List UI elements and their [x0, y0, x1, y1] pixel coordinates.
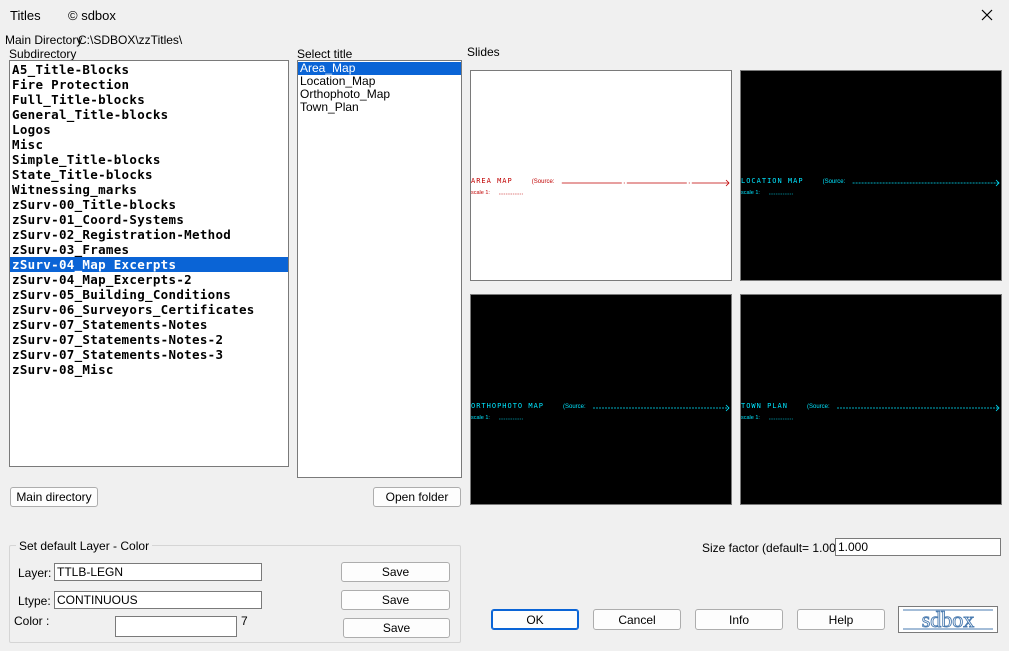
subdirectory-item[interactable]: zSurv-04_Map Excerpts: [10, 257, 288, 272]
slide-preview[interactable]: TOWN PLAN (Source: scale 1:: [740, 294, 1002, 505]
save-ltype-button[interactable]: Save: [341, 590, 450, 610]
subdirectory-item[interactable]: Logos: [10, 122, 288, 137]
cancel-button[interactable]: Cancel: [593, 609, 681, 630]
sdbox-logo: sdbox: [898, 606, 998, 633]
subdirectory-item[interactable]: A5_Title-Blocks: [10, 62, 288, 77]
main-directory-path: C:\SDBOX\zzTitles\: [78, 33, 183, 47]
title-item[interactable]: Town_Plan: [298, 101, 461, 114]
slide-title: ORTHOPHOTO MAP: [471, 402, 544, 410]
slide-preview[interactable]: LOCATION MAP (Source: scale 1:: [740, 70, 1002, 281]
slide-scale: scale 1:: [741, 190, 760, 196]
subdirectory-item[interactable]: zSurv-07_Statements-Notes: [10, 317, 288, 332]
logo-text: sdbox: [922, 607, 975, 632]
slide-source: (Source:: [532, 179, 555, 185]
ok-button[interactable]: OK: [491, 609, 579, 630]
subdirectory-item[interactable]: zSurv-02_Registration-Method: [10, 227, 288, 242]
title-bar: Titles © sdbox: [0, 0, 1009, 32]
open-folder-button[interactable]: Open folder: [373, 487, 461, 507]
main-directory-label: Main Directory: [5, 33, 83, 47]
select-title-list[interactable]: Area_Map Location_Map Orthophoto_Map Town_P…: [297, 60, 462, 478]
slide-source: (Source:: [807, 404, 830, 410]
close-button[interactable]: [965, 0, 1009, 30]
slide-title: LOCATION MAP: [741, 177, 804, 185]
subdirectory-item[interactable]: zSurv-04_Map_Excerpts-2: [10, 272, 288, 287]
subdirectory-item[interactable]: zSurv-05_Building_Conditions: [10, 287, 288, 302]
subdirectory-list[interactable]: A5_Title-Blocks Fire Protection Full_Title…: [9, 60, 289, 467]
main-directory-button[interactable]: Main directory: [10, 487, 98, 507]
layer-label: Layer:: [18, 566, 52, 580]
color-label: Color :: [14, 614, 50, 628]
slide-source: (Source:: [823, 179, 846, 185]
subdirectory-item[interactable]: State_Title-blocks: [10, 167, 288, 182]
color-input[interactable]: [115, 616, 237, 637]
layer-color-group-title: Set default Layer - Color: [16, 539, 153, 553]
slide-source: (Source:: [563, 404, 586, 410]
subdirectory-item[interactable]: zSurv-03_Frames: [10, 242, 288, 257]
ltype-label: Ltype:: [18, 594, 51, 608]
save-layer-button[interactable]: Save: [341, 562, 450, 582]
window-title: Titles: [10, 8, 41, 23]
slide-scale: scale 1:: [471, 190, 490, 196]
slide-title: AREA MAP: [471, 177, 513, 185]
subdirectory-item[interactable]: zSurv-01_Coord-Systems: [10, 212, 288, 227]
sdbox-logo-mark: sdbox: [903, 607, 993, 632]
subdirectory-label: Subdirectory: [9, 47, 77, 61]
select-title-label: Select title: [297, 47, 353, 61]
slides-label: Slides: [467, 45, 500, 59]
subdirectory-item[interactable]: zSurv-00_Title-blocks: [10, 197, 288, 212]
size-factor-label: Size factor (default= 1.00):: [702, 541, 844, 555]
subdirectory-item[interactable]: Fire Protection: [10, 77, 288, 92]
color-number: 7: [241, 614, 248, 628]
help-button[interactable]: Help: [797, 609, 885, 630]
save-color-button[interactable]: Save: [343, 618, 450, 638]
size-factor-input[interactable]: 1.000: [835, 538, 1001, 556]
close-icon: [981, 9, 993, 21]
subdirectory-item[interactable]: General_Title-blocks: [10, 107, 288, 122]
window-copyright: © sdbox: [68, 8, 116, 23]
subdirectory-item[interactable]: zSurv-07_Statements-Notes-3: [10, 347, 288, 362]
ltype-input[interactable]: CONTINUOUS: [54, 591, 262, 609]
slide-scale: scale 1:: [471, 415, 490, 421]
layer-input[interactable]: TTLB-LEGN: [54, 563, 262, 581]
subdirectory-item[interactable]: Witnessing_marks: [10, 182, 288, 197]
subdirectory-item[interactable]: zSurv-06_Surveyors_Certificates: [10, 302, 288, 317]
subdirectory-item[interactable]: zSurv-08_Misc: [10, 362, 288, 377]
info-button[interactable]: Info: [695, 609, 783, 630]
slide-scale: scale 1:: [741, 415, 760, 421]
subdirectory-item[interactable]: Simple_Title-blocks: [10, 152, 288, 167]
subdirectory-item[interactable]: zSurv-07_Statements-Notes-2: [10, 332, 288, 347]
subdirectory-item[interactable]: Misc: [10, 137, 288, 152]
slide-preview[interactable]: AREA MAP (Source: scale 1:: [470, 70, 732, 281]
subdirectory-item[interactable]: Full_Title-blocks: [10, 92, 288, 107]
slide-title: TOWN PLAN: [741, 402, 788, 410]
slide-preview[interactable]: ORTHOPHOTO MAP (Source: scale 1:: [470, 294, 732, 505]
